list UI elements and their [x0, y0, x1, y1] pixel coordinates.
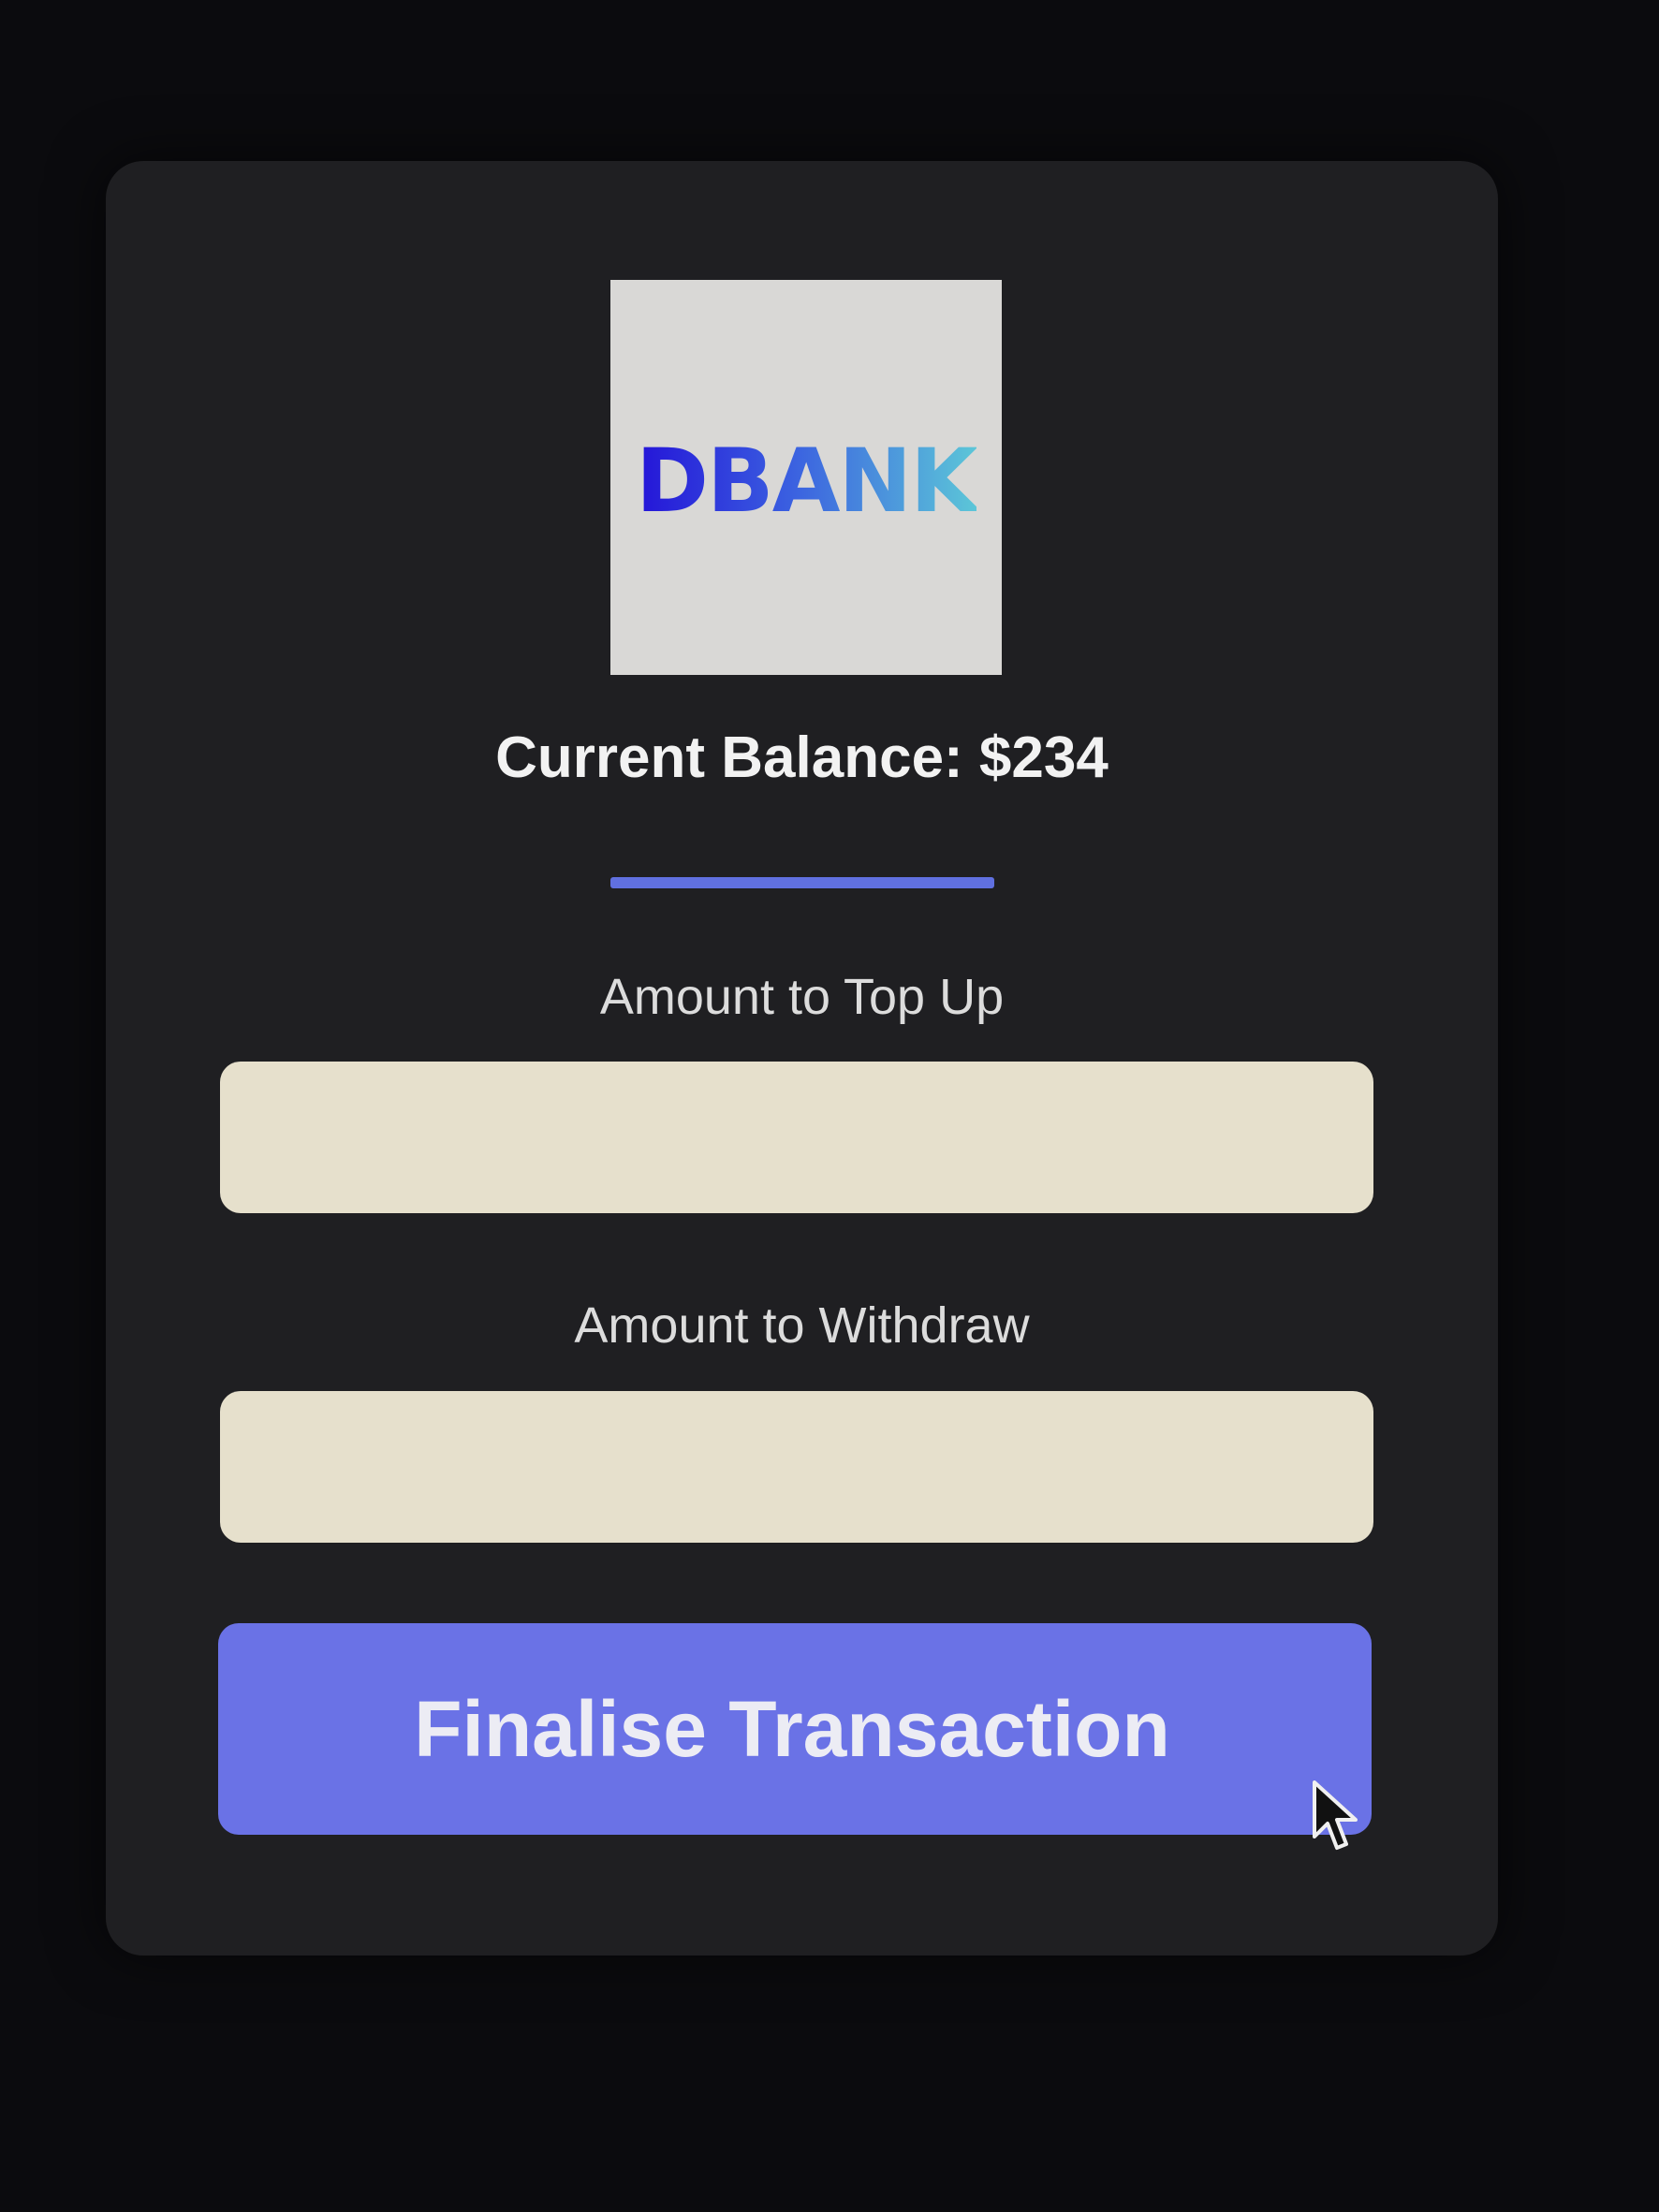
bank-card: DBANK Current Balance: $234 Amount to To…	[106, 161, 1498, 1956]
dbank-logo: DBANK	[610, 280, 1002, 675]
topup-label: Amount to Top Up	[599, 969, 1005, 1025]
logo-text: DBANK	[636, 430, 978, 533]
finalise-transaction-button[interactable]: Finalise Transaction	[218, 1623, 1372, 1835]
current-balance: Current Balance: $234	[495, 725, 1108, 790]
withdraw-input[interactable]	[220, 1391, 1373, 1543]
divider	[610, 877, 994, 888]
topup-input[interactable]	[220, 1062, 1373, 1213]
withdraw-label: Amount to Withdraw	[574, 1297, 1030, 1354]
mouse-pointer-icon	[1313, 1780, 1358, 1850]
